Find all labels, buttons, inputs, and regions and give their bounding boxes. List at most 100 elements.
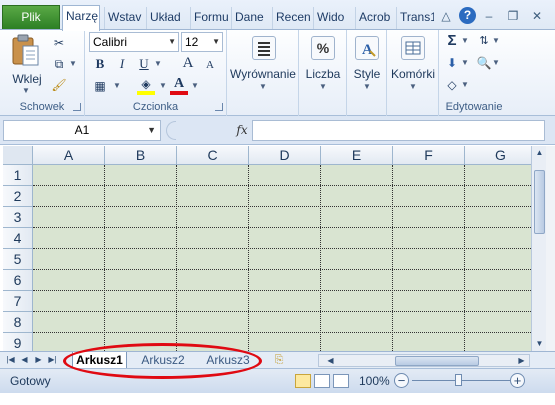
row-header-6[interactable]: 6 <box>3 270 33 291</box>
italic-button[interactable]: I <box>113 55 131 73</box>
font-name-select[interactable]: Calibri ▼ <box>89 32 179 52</box>
borders-icon[interactable]: ▦ <box>91 77 109 95</box>
tab-acrobat[interactable]: Acrob <box>355 7 395 29</box>
chevron-down-icon[interactable]: ▼ <box>460 80 470 90</box>
row-header-2[interactable]: 2 <box>3 186 33 207</box>
page-layout-view-icon[interactable] <box>314 374 330 388</box>
tab-file[interactable]: Plik <box>2 5 60 29</box>
row-header-3[interactable]: 3 <box>3 207 33 228</box>
restore-window-icon[interactable]: ❐ <box>505 8 521 24</box>
column-header-g[interactable]: G <box>465 146 531 165</box>
vertical-scrollbar[interactable]: ▲ ▼ <box>531 146 546 351</box>
gridline-horizontal <box>33 311 531 312</box>
sheet-tab-arkusz2[interactable]: Arkusz2 <box>135 352 191 369</box>
next-sheet-icon[interactable]: ▶ <box>33 354 44 366</box>
chevron-down-icon[interactable]: ▼ <box>491 58 501 68</box>
column-header-c[interactable]: C <box>177 146 249 165</box>
column-header-b[interactable]: B <box>105 146 177 165</box>
group-cells[interactable]: Komórki ▼ <box>387 30 439 116</box>
page-break-view-icon[interactable] <box>333 374 349 388</box>
row-header-9[interactable]: 9 <box>3 333 33 351</box>
sheet-tab-arkusz3[interactable]: Arkusz3 <box>200 352 256 369</box>
zoom-slider-thumb[interactable] <box>455 374 462 386</box>
dialog-launcher-icon[interactable] <box>215 103 223 111</box>
select-all-corner[interactable] <box>3 146 33 165</box>
alignment-label: Wyrównanie <box>230 67 296 81</box>
insert-function-button[interactable]: fx <box>232 120 252 141</box>
clear-icon[interactable]: ◇ <box>443 76 461 94</box>
svg-text:A: A <box>362 42 373 58</box>
underline-button[interactable]: U <box>135 55 153 73</box>
tab-view[interactable]: Wido <box>313 7 353 29</box>
autosum-button[interactable]: Σ <box>443 32 461 50</box>
shrink-font-button[interactable]: A <box>201 56 219 74</box>
zoom-in-icon[interactable]: + <box>510 373 525 388</box>
formula-bar-splitter[interactable] <box>166 121 176 140</box>
chevron-down-icon[interactable]: ▼ <box>460 58 470 68</box>
cut-icon[interactable]: ✂ <box>50 34 68 52</box>
paste-button[interactable]: Wklej ▼ <box>8 34 44 95</box>
prev-sheet-icon[interactable]: ◀ <box>19 354 30 366</box>
minimize-ribbon-icon[interactable]: △ <box>438 8 454 24</box>
name-box[interactable]: A1 ▼ <box>3 120 161 141</box>
column-header-a[interactable]: A <box>33 146 105 165</box>
worksheet-grid[interactable]: ABCDEFG 123456789 <box>3 146 531 351</box>
row-header-8[interactable]: 8 <box>3 312 33 333</box>
column-header-d[interactable]: D <box>249 146 321 165</box>
zoom-level[interactable]: 100% <box>359 374 390 388</box>
font-size-select[interactable]: 12 ▼ <box>181 32 223 52</box>
row-header-5[interactable]: 5 <box>3 249 33 270</box>
row-header-4[interactable]: 4 <box>3 228 33 249</box>
scroll-up-icon[interactable]: ▲ <box>534 147 545 159</box>
horizontal-scroll-thumb[interactable] <box>395 356 479 366</box>
chevron-down-icon[interactable]: ▼ <box>460 36 470 46</box>
tab-review[interactable]: Recen <box>272 7 312 29</box>
tab-formulas[interactable]: Formu <box>190 7 230 29</box>
chevron-down-icon[interactable]: ▼ <box>68 59 78 69</box>
row-header-1[interactable]: 1 <box>3 165 33 186</box>
dialog-launcher-icon[interactable] <box>73 103 81 111</box>
column-header-f[interactable]: F <box>393 146 465 165</box>
tab-page-layout[interactable]: Układ <box>146 7 188 29</box>
group-styles[interactable]: A Style ▼ <box>347 30 387 116</box>
group-alignment[interactable]: Wyrównanie ▼ <box>227 30 299 116</box>
vertical-scroll-thumb[interactable] <box>534 170 545 234</box>
chevron-down-icon[interactable]: ▼ <box>190 81 200 91</box>
chevron-down-icon[interactable]: ▼ <box>153 59 163 69</box>
row-header-7[interactable]: 7 <box>3 291 33 312</box>
insert-sheet-icon[interactable]: ⎘ <box>271 354 287 366</box>
sheet-tab-arkusz1[interactable]: Arkusz1 <box>72 352 127 369</box>
formula-input[interactable] <box>252 120 545 141</box>
group-number[interactable]: % Liczba ▼ <box>299 30 347 116</box>
bold-button[interactable]: B <box>91 55 109 73</box>
fill-icon[interactable]: ⬇ <box>443 54 461 72</box>
column-header-e[interactable]: E <box>321 146 393 165</box>
first-sheet-icon[interactable]: |◀ <box>5 354 16 366</box>
chevron-down-icon[interactable]: ▼ <box>491 36 501 46</box>
window-bottom-edge <box>0 393 555 405</box>
format-painter-icon[interactable]: 🖌 <box>50 76 68 94</box>
fill-color-icon[interactable]: ◈ <box>137 75 155 95</box>
font-color-button[interactable]: A <box>170 75 188 95</box>
chevron-down-icon[interactable]: ▼ <box>158 81 168 91</box>
help-icon[interactable]: ? <box>459 7 476 24</box>
scroll-left-icon[interactable]: ◀ <box>325 355 336 367</box>
scroll-right-icon[interactable]: ▶ <box>516 355 527 367</box>
tab-translate[interactable]: Trans1 <box>396 7 434 29</box>
normal-view-icon[interactable] <box>295 374 311 388</box>
last-sheet-icon[interactable]: ▶| <box>47 354 58 366</box>
minimize-window-icon[interactable]: – <box>481 8 497 24</box>
gridline-vertical <box>176 165 177 351</box>
horizontal-scrollbar[interactable]: ◀ ▶ <box>318 354 530 367</box>
chevron-down-icon[interactable]: ▼ <box>147 121 156 140</box>
tab-data[interactable]: Dane <box>231 7 271 29</box>
copy-icon[interactable]: ⧉ <box>50 55 68 73</box>
zoom-out-icon[interactable]: − <box>394 373 409 388</box>
chevron-down-icon[interactable]: ▼ <box>112 81 122 91</box>
scroll-down-icon[interactable]: ▼ <box>534 338 545 350</box>
tab-home[interactable]: Narzę <box>62 5 100 31</box>
grow-font-button[interactable]: A <box>179 54 197 72</box>
close-window-icon[interactable]: ✕ <box>529 8 545 24</box>
gridline-horizontal <box>33 269 531 270</box>
tab-insert[interactable]: Wstav <box>104 7 144 29</box>
